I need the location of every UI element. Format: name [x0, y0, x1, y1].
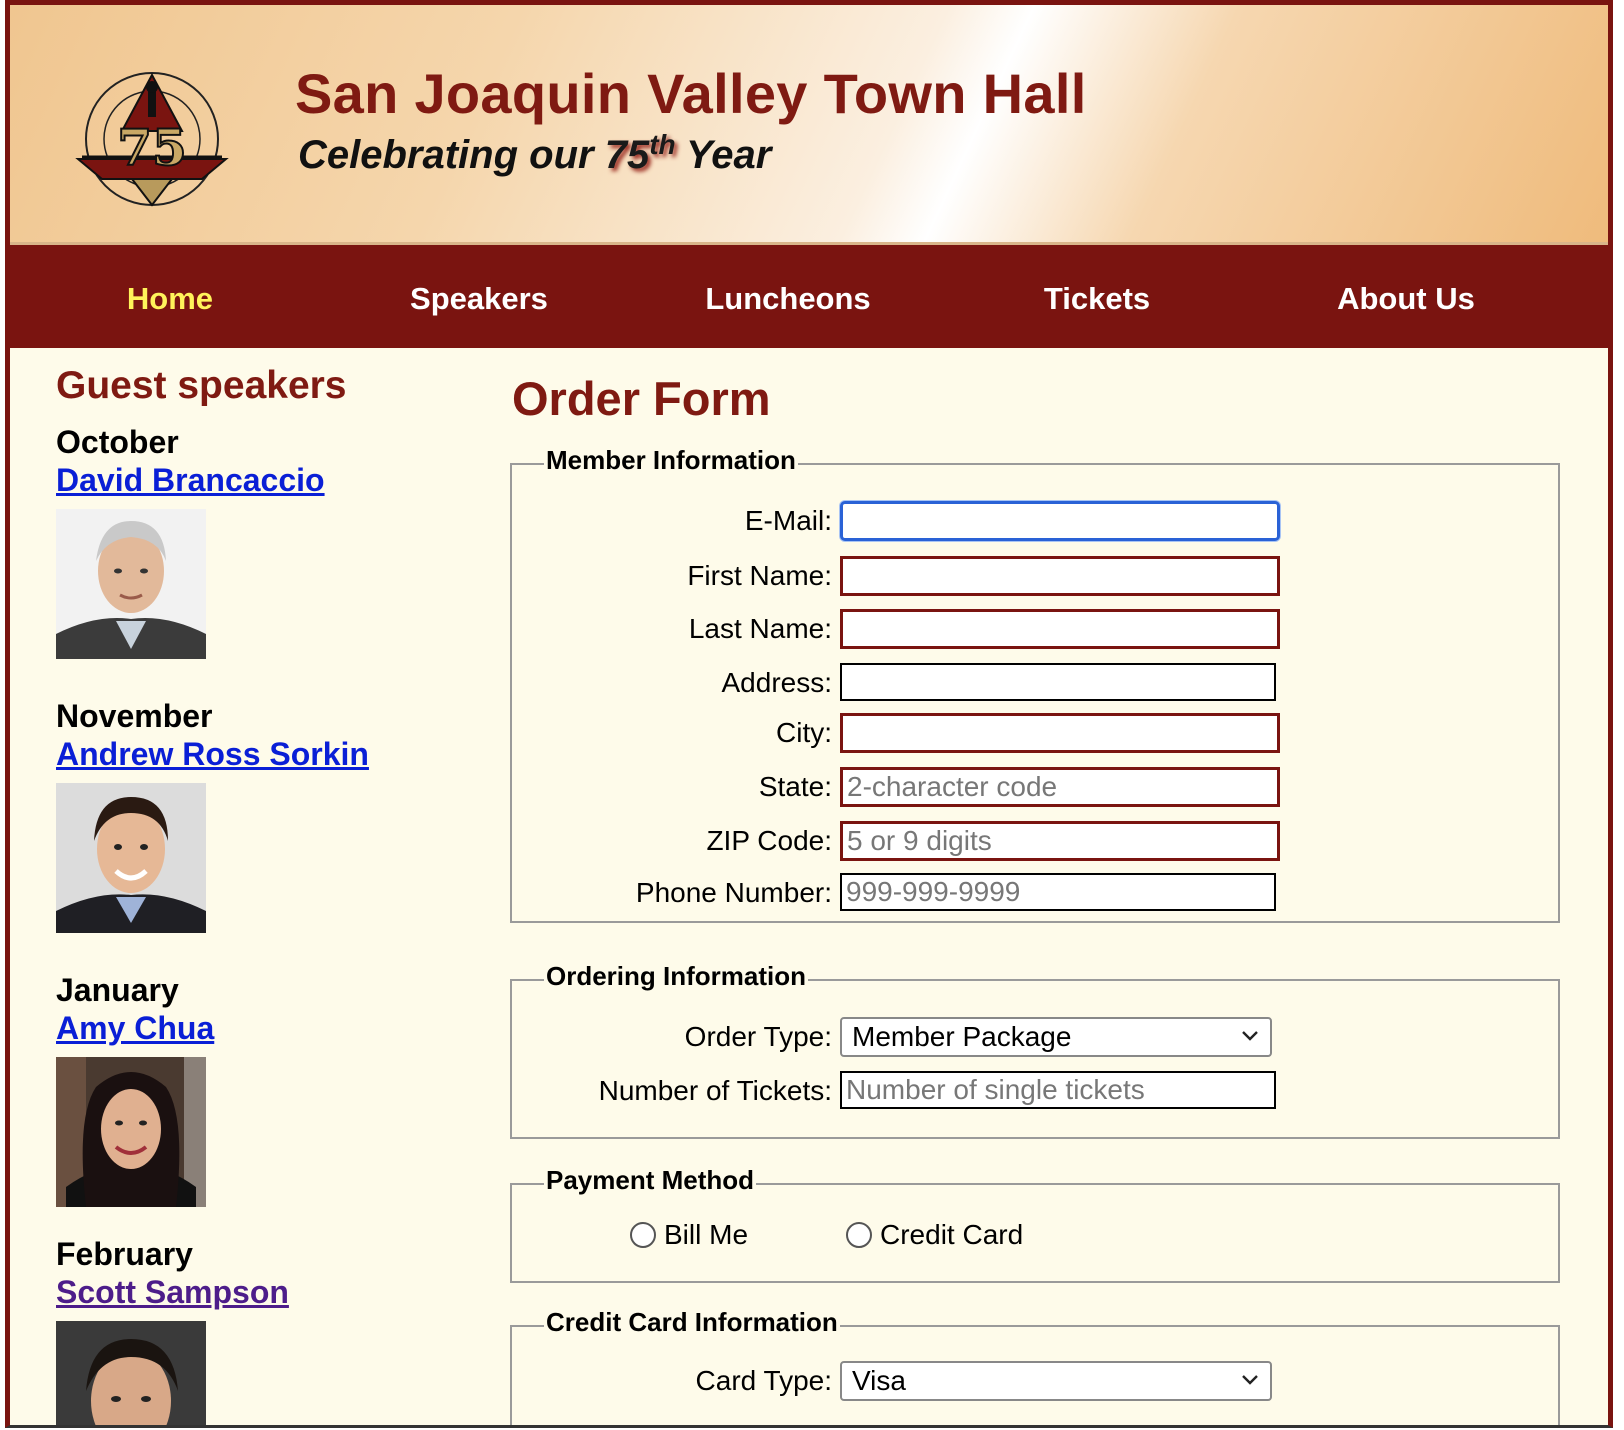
credit-card-information-fieldset: Credit Card Information Card Type: Visa [510, 1307, 1562, 1425]
bill-me-label: Bill Me [664, 1219, 749, 1250]
first-name-label: First Name: [687, 560, 832, 591]
state-field[interactable] [840, 767, 1280, 807]
tickets-row: Number of Tickets: [512, 1071, 1562, 1113]
credit-card-label: Credit Card [880, 1219, 1024, 1250]
last-name-field[interactable] [840, 609, 1280, 649]
radio-circle[interactable] [846, 1222, 872, 1248]
speaker-photo[interactable] [56, 1057, 206, 1207]
card-type-select[interactable]: Visa [840, 1361, 1272, 1401]
first-name-field[interactable] [840, 556, 1280, 596]
zip-field[interactable] [840, 821, 1280, 861]
card-type-label: Card Type: [695, 1365, 832, 1396]
card-type-value: Visa [852, 1365, 906, 1396]
payment-options: Bill Me Credit Card [512, 1219, 1562, 1259]
sidebar-heading: Guest speakers [56, 364, 347, 407]
email-row: E-Mail: [512, 501, 1562, 543]
email-label: E-Mail: [744, 505, 832, 536]
last-name-label: Last Name: [688, 613, 832, 644]
speaker-month: February [56, 1236, 193, 1272]
address-field[interactable] [840, 663, 1276, 701]
phone-label: Phone Number: [635, 877, 832, 908]
state-row: State: [512, 767, 1562, 809]
last-name-row: Last Name: [512, 609, 1562, 651]
speaker-card: November Andrew Ross Sorkin [56, 697, 369, 938]
chevron-down-icon [1242, 1031, 1258, 1041]
ordering-information-fieldset: Ordering Information Order Type: Member … [510, 961, 1562, 1139]
city-row: City: [512, 713, 1562, 755]
nav-home[interactable]: Home [10, 281, 330, 317]
site-header: 75 San Joaquin Valley Town Hall Celebrat… [10, 5, 1608, 245]
order-type-select[interactable]: Member Package [840, 1017, 1272, 1057]
town-hall-logo: 75 [75, 72, 229, 207]
speaker-month: November [56, 698, 213, 734]
state-label: State: [758, 771, 832, 802]
zip-label: ZIP Code: [706, 825, 832, 856]
first-name-row: First Name: [512, 556, 1562, 598]
tickets-label: Number of Tickets: [598, 1075, 832, 1106]
site-tagline: Celebrating our 75th Year [298, 129, 772, 177]
bill-me-radio[interactable]: Bill Me [630, 1219, 748, 1251]
chevron-down-icon [1242, 1375, 1258, 1385]
main-nav: Home Speakers Luncheons Tickets About Us [10, 245, 1608, 348]
speaker-photo[interactable] [56, 783, 206, 933]
site-title: San Joaquin Valley Town Hall [295, 62, 1087, 125]
speaker-link[interactable]: Amy Chua [56, 1009, 214, 1047]
speaker-month: January [56, 972, 179, 1008]
nav-luncheons[interactable]: Luncheons [628, 281, 948, 317]
speaker-link[interactable]: Andrew Ross Sorkin [56, 735, 369, 773]
order-type-row: Order Type: Member Package [512, 1017, 1562, 1059]
speaker-photo[interactable] [56, 509, 206, 659]
address-row: Address: [512, 663, 1562, 705]
email-field[interactable] [840, 501, 1280, 541]
city-label: City: [776, 717, 832, 748]
speaker-card: October David Brancaccio [56, 423, 325, 664]
form-title: Order Form [512, 372, 771, 425]
speaker-link[interactable]: Scott Sampson [56, 1273, 289, 1311]
nav-tickets[interactable]: Tickets [937, 281, 1257, 317]
fieldset-legend: Ordering Information [544, 961, 808, 992]
credit-card-radio[interactable]: Credit Card [846, 1219, 1023, 1251]
page-frame: 75 San Joaquin Valley Town Hall Celebrat… [5, 0, 1613, 1428]
fieldset-legend: Credit Card Information [544, 1307, 840, 1338]
speaker-photo[interactable] [56, 1321, 206, 1428]
member-information-fieldset: Member Information E-Mail: First Name: L… [510, 445, 1562, 923]
fieldset-legend: Payment Method [544, 1165, 757, 1196]
city-field[interactable] [840, 713, 1280, 753]
payment-method-fieldset: Payment Method Bill Me Credit Card [510, 1165, 1562, 1283]
order-type-value: Member Package [852, 1021, 1072, 1052]
tickets-field[interactable] [840, 1071, 1276, 1109]
nav-about-us[interactable]: About Us [1246, 281, 1566, 317]
speaker-card: January Amy Chua [56, 971, 214, 1212]
speaker-card: February Scott Sampson [56, 1235, 289, 1428]
speaker-link[interactable]: David Brancaccio [56, 461, 325, 499]
radio-circle[interactable] [630, 1222, 656, 1248]
svg-text:75: 75 [117, 118, 187, 177]
speaker-month: October [56, 424, 179, 460]
address-label: Address: [721, 667, 833, 698]
phone-field[interactable] [840, 873, 1276, 911]
card-type-row: Card Type: Visa [512, 1361, 1562, 1403]
nav-speakers[interactable]: Speakers [319, 281, 639, 317]
phone-row: Phone Number: [512, 873, 1562, 915]
fieldset-legend: Member Information [544, 445, 798, 476]
zip-row: ZIP Code: [512, 821, 1562, 863]
order-type-label: Order Type: [684, 1021, 832, 1052]
